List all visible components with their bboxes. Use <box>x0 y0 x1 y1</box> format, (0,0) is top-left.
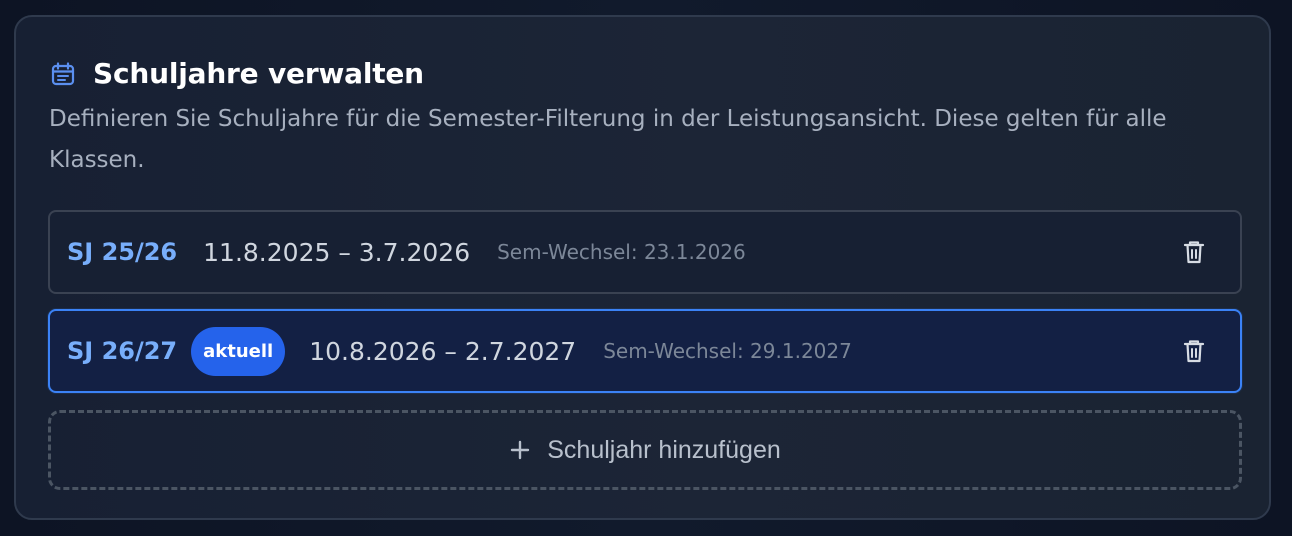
semester-change-date: Sem-Wechsel: 23.1.2026 <box>497 240 746 264</box>
plus-icon <box>511 440 530 460</box>
add-school-year-label: Schuljahr hinzufügen <box>547 435 781 464</box>
page: Schuljahre verwalten Definieren Sie Schu… <box>0 0 1292 536</box>
delete-school-year-button[interactable] <box>1176 333 1212 369</box>
school-year-row-26-27: SJ 26/27 aktuell 10.8.2026 – 2.7.2027 Se… <box>48 309 1242 393</box>
school-year-date-range: 11.8.2025 – 3.7.2026 <box>203 237 471 267</box>
school-years-card: Schuljahre verwalten Definieren Sie Schu… <box>14 15 1271 520</box>
card-header: Schuljahre verwalten <box>49 57 424 90</box>
trash-icon <box>1183 241 1205 264</box>
delete-school-year-button[interactable] <box>1176 234 1212 270</box>
current-year-badge: aktuell <box>191 326 286 376</box>
school-year-row-25-26: SJ 25/26 11.8.2025 – 3.7.2026 Sem-Wechse… <box>48 210 1242 294</box>
trash-icon <box>1183 340 1205 363</box>
add-school-year-button[interactable]: Schuljahr hinzufügen <box>48 410 1242 490</box>
school-year-date-range: 10.8.2026 – 2.7.2027 <box>309 336 577 366</box>
school-year-label: SJ 26/27 <box>67 337 178 365</box>
school-year-label: SJ 25/26 <box>67 238 178 266</box>
calendar-icon <box>51 61 75 85</box>
card-description: Definieren Sie Schuljahre für die Semest… <box>49 106 1167 173</box>
semester-change-date: Sem-Wechsel: 29.1.2027 <box>603 339 852 363</box>
card-title: Schuljahre verwalten <box>93 57 424 90</box>
